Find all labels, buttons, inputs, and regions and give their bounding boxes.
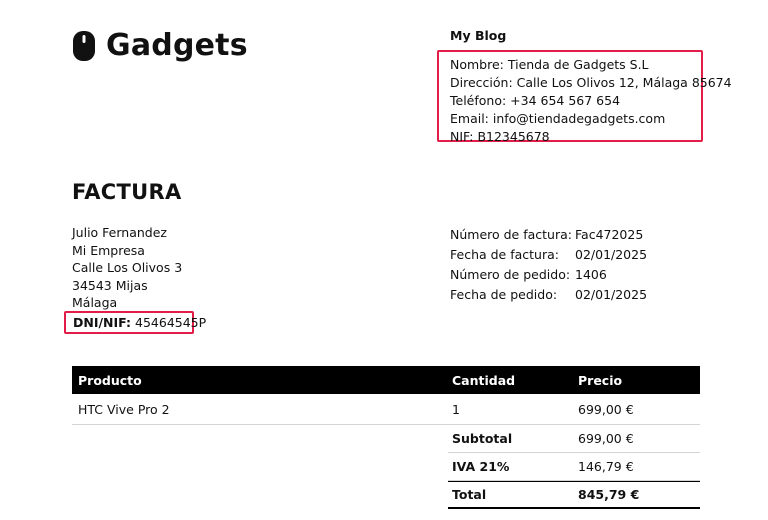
- blog-title: My Blog: [450, 28, 507, 43]
- row-quantity: 1: [452, 401, 460, 417]
- brand-logo: Gadgets: [72, 28, 248, 63]
- shop-details-highlight: Nombre: Tienda de Gadgets S.L Dirección:…: [437, 50, 732, 144]
- total-label: Total: [448, 481, 574, 509]
- meta-value: Fac472025: [575, 227, 644, 242]
- invoice-page: Gadgets My Blog Nombre: Tienda de Gadget…: [0, 0, 768, 520]
- header-quantity: Cantidad: [452, 372, 516, 388]
- table-row: HTC Vive Pro 2 1 699,00 €: [72, 394, 700, 425]
- document-title: FACTURA: [72, 180, 182, 204]
- customer-postcode-city: 34543 Mijas: [72, 277, 148, 293]
- header-price: Precio: [578, 372, 623, 388]
- row-price: 699,00 €: [578, 401, 634, 417]
- table-header: Producto Cantidad Precio: [72, 366, 700, 394]
- meta-label: Número de factura:: [450, 227, 572, 242]
- row-product: HTC Vive Pro 2: [78, 401, 170, 417]
- meta-row: Número de pedido: 1406: [450, 265, 647, 285]
- meta-row: Fecha de pedido: 02/01/2025: [450, 285, 647, 305]
- customer-name: Julio Fernandez: [72, 225, 167, 240]
- tax-value: 146,79 €: [574, 453, 700, 481]
- tax-row: IVA 21% 146,79 €: [72, 453, 700, 481]
- tax-label: IVA 21%: [448, 453, 574, 481]
- dni-label: DNI/NIF:: [73, 315, 132, 330]
- customer-province: Málaga: [72, 295, 118, 310]
- subtotal-row: Subtotal 699,00 €: [72, 425, 700, 453]
- total-value: 845,79 €: [574, 481, 700, 509]
- shop-nif-line: NIF: B12345678: [450, 129, 550, 144]
- header-product: Producto: [78, 372, 142, 388]
- customer-company: Mi Empresa: [72, 242, 145, 258]
- total-row: Total 845,79 €: [72, 481, 700, 509]
- meta-label: Fecha de pedido:: [450, 287, 558, 302]
- meta-row: Fecha de factura: 02/01/2025: [450, 245, 647, 265]
- subtotal-value: 699,00 €: [574, 425, 700, 453]
- brand-name: Gadgets: [106, 28, 248, 63]
- customer-address: Julio Fernandez Mi Empresa Calle Los Oli…: [72, 224, 182, 312]
- shop-email-line: Email: info@tiendadegadgets.com: [450, 111, 666, 126]
- shop-phone-line: Teléfono: +34 654 567 654: [450, 93, 621, 108]
- customer-dni-highlight: DNI/NIF: 45464545P: [64, 311, 206, 334]
- meta-value: 1406: [575, 267, 607, 282]
- totals-section: Subtotal 699,00 € IVA 21% 146,79 € Total…: [72, 425, 700, 509]
- shop-address-line: Dirección: Calle Los Olivos 12, Málaga 8…: [450, 75, 732, 90]
- meta-row: Número de factura: Fac472025: [450, 225, 647, 245]
- meta-label: Fecha de factura:: [450, 247, 559, 262]
- mouse-icon: [73, 30, 95, 61]
- meta-label: Número de pedido:: [450, 267, 571, 282]
- products-table: Producto Cantidad Precio HTC Vive Pro 2 …: [72, 366, 700, 509]
- subtotal-label: Subtotal: [448, 425, 574, 453]
- meta-value: 02/01/2025: [575, 287, 648, 302]
- shop-name-line: Nombre: Tienda de Gadgets S.L: [450, 57, 649, 72]
- invoice-meta: Número de factura: Fac472025 Fecha de fa…: [450, 225, 647, 305]
- customer-street: Calle Los Olivos 3: [72, 260, 183, 275]
- dni-value: 45464545P: [135, 315, 207, 330]
- meta-value: 02/01/2025: [575, 247, 648, 262]
